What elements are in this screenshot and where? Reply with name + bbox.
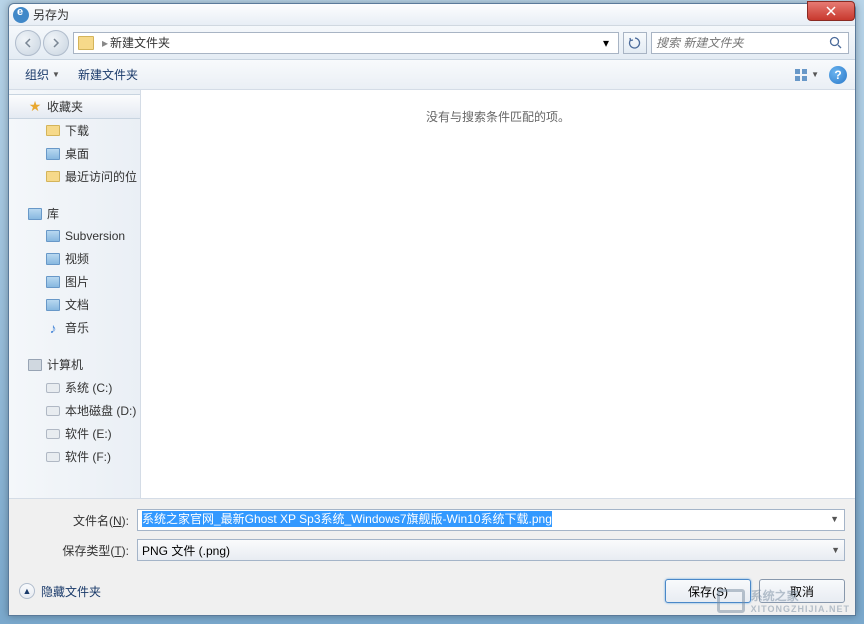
- view-button[interactable]: ▼: [786, 65, 827, 85]
- search-bar[interactable]: [651, 32, 849, 54]
- filename-value: 系统之家官网_最新Ghost XP Sp3系统_Windows7旗舰版-Win1…: [142, 511, 552, 527]
- star-icon: ★: [27, 99, 43, 115]
- refresh-icon: [628, 36, 642, 50]
- empty-message: 没有与搜索条件匹配的项。: [426, 108, 570, 498]
- favorites-label: 收藏夹: [47, 98, 83, 115]
- sidebar-item-drive-d[interactable]: 本地磁盘 (D:): [9, 399, 140, 422]
- nav-bar: ▸ 新建文件夹 ▾: [9, 26, 855, 60]
- sidebar-item-downloads[interactable]: 下载: [9, 119, 140, 142]
- bottom-panel: 文件名(N): 系统之家官网_最新Ghost XP Sp3系统_Windows7…: [9, 499, 855, 615]
- drive-icon: [46, 429, 60, 439]
- library-icon: [28, 208, 42, 220]
- refresh-button[interactable]: [623, 32, 647, 54]
- drive-icon: [46, 452, 60, 462]
- new-folder-button[interactable]: 新建文件夹: [70, 63, 146, 86]
- sidebar-item-drive-e[interactable]: 软件 (E:): [9, 422, 140, 445]
- toolbar: 组织▼ 新建文件夹 ▼ ?: [9, 60, 855, 90]
- chevron-down-icon: ▼: [811, 70, 819, 79]
- sidebar-libraries[interactable]: 库: [9, 202, 140, 225]
- sidebar-item-subversion[interactable]: Subversion: [9, 225, 140, 247]
- breadcrumb-sep: ▸: [102, 36, 108, 50]
- folder-icon: [46, 230, 60, 242]
- address-path: 新建文件夹: [110, 34, 598, 51]
- filename-dropdown[interactable]: ▼: [830, 514, 839, 524]
- save-as-dialog: 另存为 ▸ 新建文件夹 ▾ 组织▼ 新建文件夹 ▼ ? ★收: [8, 3, 856, 616]
- arrow-right-icon: [50, 37, 62, 49]
- search-icon[interactable]: [828, 35, 844, 51]
- app-icon: [13, 7, 29, 23]
- main-area: ★收藏夹 下载 桌面 最近访问的位 库 Subversion 视频 图片 文档 …: [9, 90, 855, 499]
- back-button[interactable]: [15, 30, 41, 56]
- sidebar-item-drive-c[interactable]: 系统 (C:): [9, 376, 140, 399]
- computer-icon: [28, 359, 42, 371]
- filename-label: 文件名(N):: [19, 512, 137, 529]
- folder-icon: [78, 36, 94, 50]
- sidebar-item-recent[interactable]: 最近访问的位: [9, 165, 140, 188]
- organize-button[interactable]: 组织▼: [17, 63, 68, 86]
- view-icon: [794, 68, 808, 82]
- filetype-label: 保存类型(T):: [19, 542, 137, 559]
- chevron-down-icon: ▼: [52, 70, 60, 79]
- hide-folders-button[interactable]: ▲ 隐藏文件夹: [19, 583, 101, 600]
- sidebar-favorites[interactable]: ★收藏夹: [9, 94, 140, 119]
- close-icon: [826, 6, 836, 16]
- desktop-icon: [46, 148, 60, 160]
- address-dropdown[interactable]: ▾: [598, 36, 614, 50]
- sidebar-item-desktop[interactable]: 桌面: [9, 142, 140, 165]
- filetype-select[interactable]: PNG 文件 (.png) ▼: [137, 539, 845, 561]
- forward-button[interactable]: [43, 30, 69, 56]
- file-list[interactable]: 没有与搜索条件匹配的项。: [141, 90, 855, 498]
- picture-icon: [46, 276, 60, 288]
- organize-label: 组织: [25, 66, 49, 83]
- search-input[interactable]: [656, 36, 828, 50]
- sidebar-item-documents[interactable]: 文档: [9, 293, 140, 316]
- chevron-up-icon: ▲: [19, 583, 35, 599]
- video-icon: [46, 253, 60, 265]
- drive-icon: [46, 383, 60, 393]
- cancel-button[interactable]: 取消: [759, 579, 845, 603]
- help-button[interactable]: ?: [829, 66, 847, 84]
- address-bar[interactable]: ▸ 新建文件夹 ▾: [73, 32, 619, 54]
- sidebar[interactable]: ★收藏夹 下载 桌面 最近访问的位 库 Subversion 视频 图片 文档 …: [9, 90, 141, 498]
- sidebar-computer[interactable]: 计算机: [9, 353, 140, 376]
- hide-folders-label: 隐藏文件夹: [41, 583, 101, 600]
- filename-input[interactable]: 系统之家官网_最新Ghost XP Sp3系统_Windows7旗舰版-Win1…: [137, 509, 845, 531]
- sidebar-item-pictures[interactable]: 图片: [9, 270, 140, 293]
- titlebar[interactable]: 另存为: [9, 4, 855, 26]
- nav-arrows: [15, 30, 69, 56]
- folder-icon: [46, 125, 60, 136]
- chevron-down-icon: ▼: [831, 545, 840, 555]
- sidebar-item-videos[interactable]: 视频: [9, 247, 140, 270]
- close-button[interactable]: [807, 1, 855, 21]
- music-icon: ♪: [45, 320, 61, 336]
- filetype-value: PNG 文件 (.png): [142, 542, 230, 559]
- document-icon: [46, 299, 60, 311]
- arrow-left-icon: [22, 37, 34, 49]
- recent-icon: [46, 171, 60, 182]
- window-title: 另存为: [33, 6, 69, 23]
- drive-icon: [46, 406, 60, 416]
- sidebar-item-music[interactable]: ♪音乐: [9, 316, 140, 339]
- save-button[interactable]: 保存(S): [665, 579, 751, 603]
- sidebar-item-drive-f[interactable]: 软件 (F:): [9, 445, 140, 468]
